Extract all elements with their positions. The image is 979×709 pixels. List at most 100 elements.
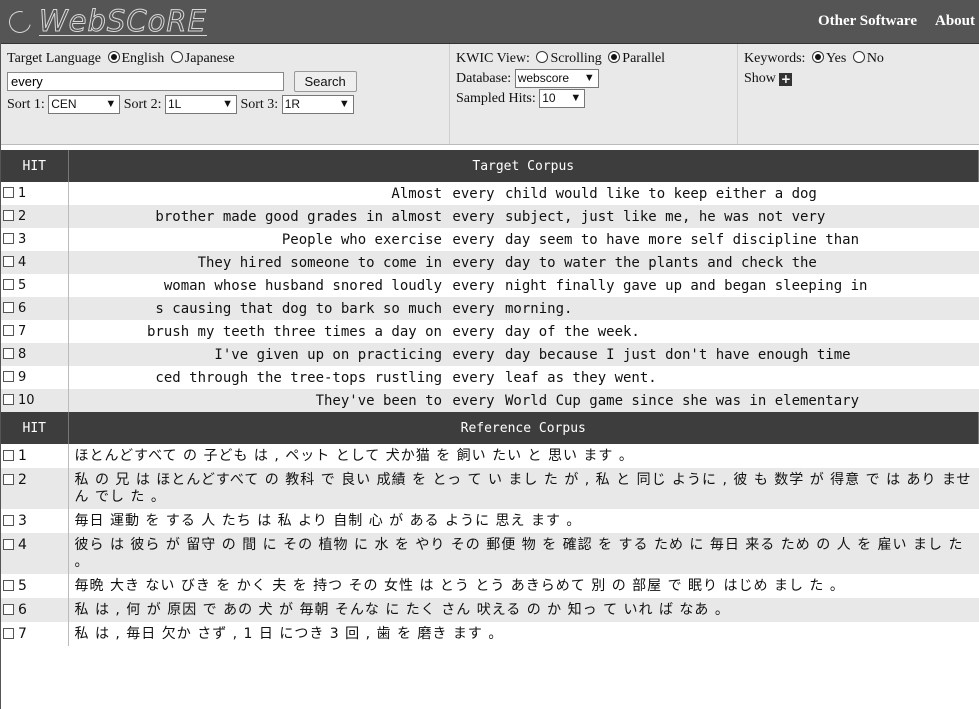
row-checkbox[interactable]	[3, 233, 14, 244]
row-checkbox[interactable]	[3, 628, 14, 639]
sort1-select[interactable]: CEN ▼	[48, 95, 121, 115]
row-checkbox[interactable]	[3, 348, 14, 359]
hit-cell: 1	[1, 182, 69, 205]
logo-mark-icon	[4, 6, 36, 37]
row-checkbox[interactable]	[3, 210, 14, 221]
sort2-label: Sort 2:	[123, 97, 162, 112]
nav-other-software[interactable]: Other Software	[818, 13, 917, 30]
table-row: 7 brush my teeth three times a day on ever…	[1, 320, 979, 343]
table-row: 10 They've been to every World Cup game sin…	[1, 389, 979, 412]
show-toggle[interactable]: Show +	[744, 69, 973, 89]
hit-cell: 8	[1, 343, 69, 366]
left-context: I've given up on practicing	[68, 343, 443, 366]
left-context-text: I've given up on practicing	[214, 346, 442, 363]
row-checkbox[interactable]	[3, 325, 14, 336]
left-context-text: brush my teeth three times a day on	[146, 323, 442, 340]
row-checkbox[interactable]	[3, 302, 14, 313]
hit-number: 3	[18, 232, 27, 247]
search-input[interactable]	[7, 72, 284, 91]
left-context-text: brother made good grades in almost	[155, 208, 442, 225]
table-row: 1 ほとんどすべて の 子ども は , ペット として 犬か猫 を 飼い たい と…	[1, 444, 979, 468]
keyword-cell: every	[443, 343, 504, 366]
left-context: woman whose husband snored loudly	[68, 274, 443, 297]
reference-corpus-header: HIT Reference Corpus	[1, 412, 979, 444]
left-context: s causing that dog to bark so much	[68, 297, 443, 320]
hit-cell: 2	[1, 205, 69, 228]
table-row: 7 私 は , 毎日 欠か さず , 1 日 につき 3 回 , 歯 を 磨き ま…	[1, 622, 979, 646]
kwic-scrolling-radio[interactable]	[536, 51, 549, 63]
lang-english-radio[interactable]	[107, 51, 120, 63]
control-panel: Target Language English Japanese Search …	[1, 44, 979, 145]
row-checkbox[interactable]	[3, 256, 14, 267]
table-row: 8 I've given up on practicing every day bec…	[1, 343, 979, 366]
keyword-cell: every	[443, 389, 504, 412]
database-label: Database:	[456, 71, 512, 86]
reference-text: 彼ら は 彼ら が 留守 の 間 に その 植物 に 水 を やり その 郵便 …	[68, 533, 979, 574]
top-bar: WebSCoRE Other Software About	[1, 0, 979, 44]
hit-number: 1	[18, 186, 27, 201]
table-row: 3 People who exercise every day seem to hav…	[1, 228, 979, 251]
keywords-label: Keywords:	[744, 51, 806, 66]
row-checkbox[interactable]	[3, 604, 14, 615]
row-checkbox[interactable]	[3, 580, 14, 591]
search-button[interactable]: Search	[293, 71, 357, 92]
row-checkbox[interactable]	[3, 474, 14, 485]
hit-cell: 6	[1, 598, 69, 622]
logo[interactable]: WebSCoRE	[4, 6, 207, 37]
table-row: 4 彼ら は 彼ら が 留守 の 間 に その 植物 に 水 を やり その 郵便…	[1, 533, 979, 574]
hit-cell: 5	[1, 274, 69, 297]
kwic-parallel-label: Parallel	[622, 51, 666, 66]
left-context: brush my teeth three times a day on	[68, 320, 443, 343]
sampled-hits-value: 10	[542, 91, 556, 106]
nav-about[interactable]: About	[935, 13, 975, 30]
left-context: ced through the tree-tops rustling	[68, 366, 443, 389]
hit-number: 6	[18, 602, 28, 618]
sort2-select[interactable]: 1L ▼	[164, 95, 237, 115]
chevron-down-icon: ▼	[583, 72, 595, 85]
left-context: They hired someone to come in	[68, 251, 443, 274]
hit-number: 10	[18, 393, 35, 408]
keyword-cell: every	[443, 366, 504, 389]
top-nav: Other Software About	[818, 13, 979, 30]
target-corpus-header: HIT Target Corpus	[1, 150, 979, 182]
hit-cell: 1	[1, 444, 69, 468]
row-checkbox[interactable]	[3, 394, 14, 405]
target-language-label: Target Language	[7, 51, 101, 66]
row-checkbox[interactable]	[3, 539, 14, 550]
sort1-value: CEN	[51, 97, 77, 112]
hit-cell: 3	[1, 509, 69, 533]
reference-corpus-table: HIT Reference Corpus 1 ほとんどすべて の 子ども は , …	[1, 412, 979, 646]
lang-japanese-radio[interactable]	[170, 51, 183, 63]
database-select[interactable]: webscore ▼	[514, 69, 599, 89]
right-context: day because I just don't have enough tim…	[504, 343, 979, 366]
hit-number: 5	[18, 278, 27, 293]
kwic-scrolling-label: Scrolling	[550, 51, 602, 66]
hit-number: 5	[18, 578, 28, 594]
reference-text: 私 の 兄 は ほとんどすべて の 教科 で 良い 成績 を とっ て い まし…	[68, 468, 979, 509]
right-context: day of the week.	[504, 320, 979, 343]
search-controls: Target Language English Japanese Search …	[1, 44, 449, 144]
left-context-text: woman whose husband snored loudly	[163, 277, 442, 294]
left-context: brother made good grades in almost	[68, 205, 443, 228]
sampled-hits-select[interactable]: 10 ▼	[539, 89, 586, 109]
hit-column-header: HIT	[1, 150, 69, 182]
database-value: webscore	[517, 71, 570, 86]
sort3-value: 1R	[284, 97, 301, 112]
row-checkbox[interactable]	[3, 279, 14, 290]
left-context: People who exercise	[68, 228, 443, 251]
keywords-no-radio[interactable]	[852, 51, 865, 63]
keyword-cell: every	[443, 251, 504, 274]
keywords-yes-radio[interactable]	[811, 51, 824, 63]
plus-icon[interactable]: +	[779, 73, 793, 86]
hit-number: 6	[18, 301, 27, 316]
row-checkbox[interactable]	[3, 187, 14, 198]
reference-text: ほとんどすべて の 子ども は , ペット として 犬か猫 を 飼い たい と …	[68, 444, 979, 468]
left-context-text: Almost	[391, 185, 442, 202]
left-context-text: People who exercise	[281, 231, 442, 248]
hit-number: 4	[18, 255, 27, 270]
sort3-select[interactable]: 1R ▼	[281, 95, 354, 115]
row-checkbox[interactable]	[3, 515, 14, 526]
row-checkbox[interactable]	[3, 371, 14, 382]
kwic-parallel-radio[interactable]	[608, 51, 621, 63]
row-checkbox[interactable]	[3, 450, 14, 461]
